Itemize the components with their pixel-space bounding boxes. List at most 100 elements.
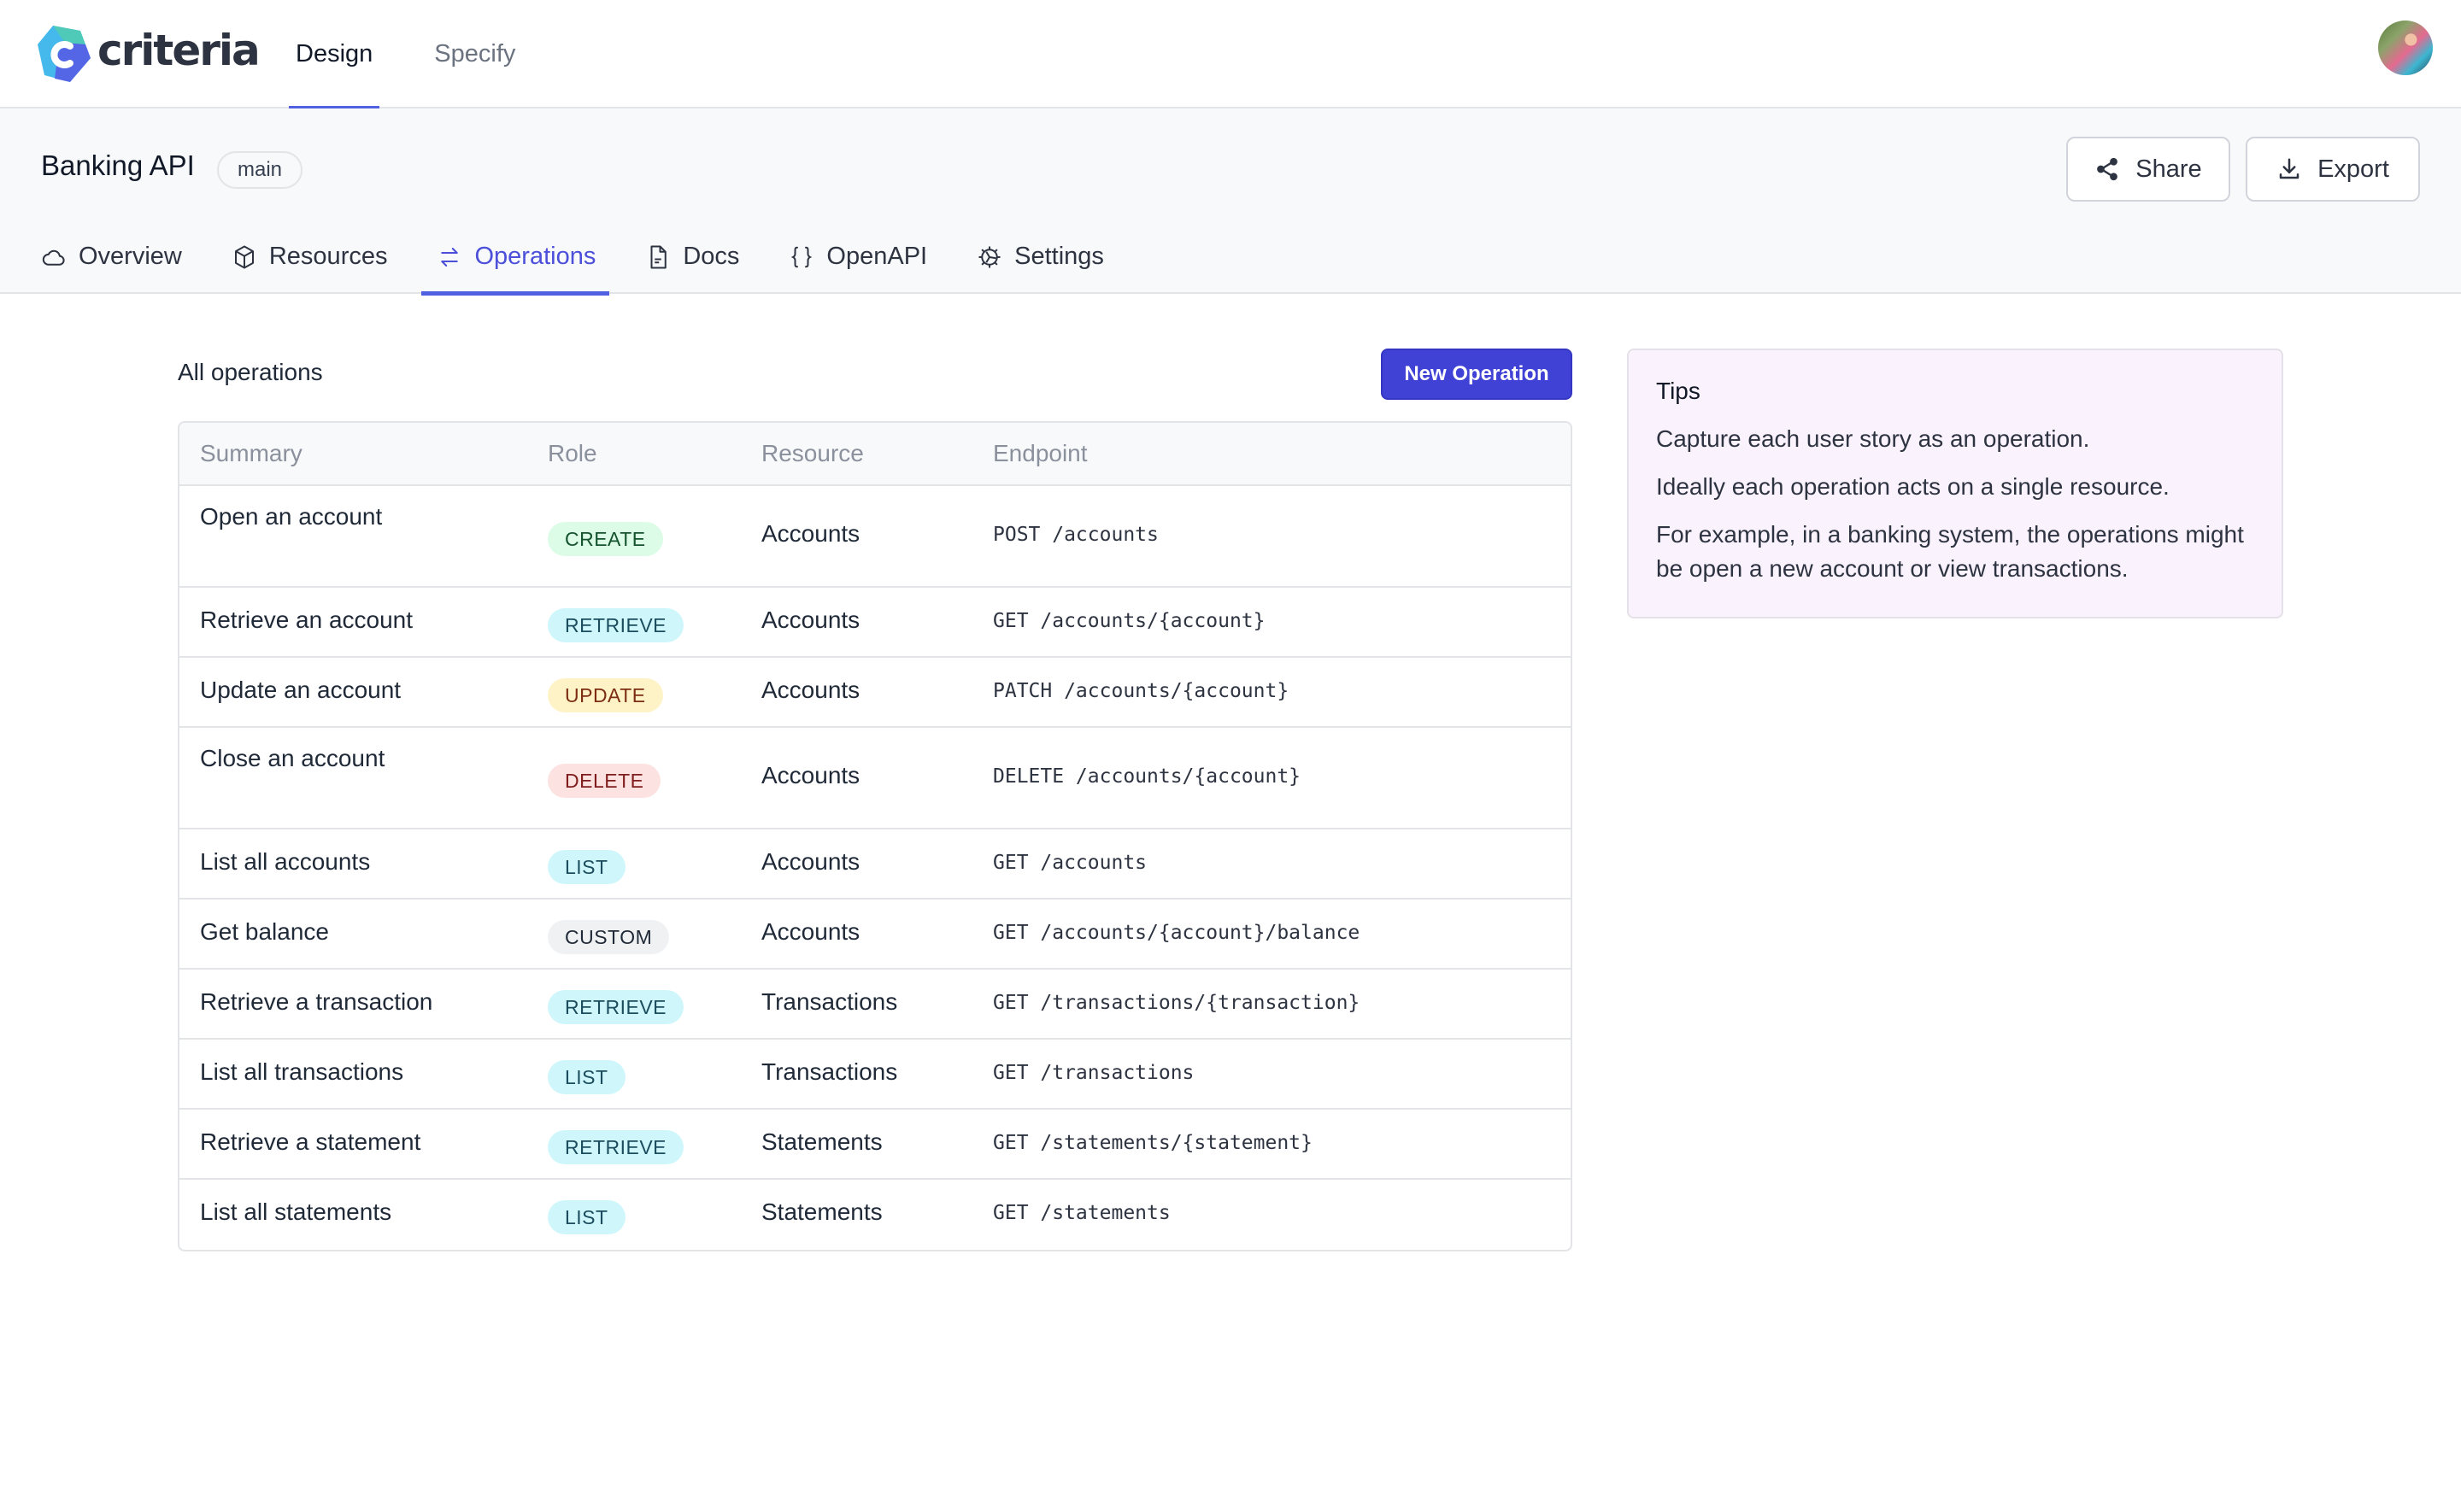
tab-label: Settings — [1014, 243, 1104, 270]
branch-badge[interactable]: main — [217, 151, 303, 189]
top-nav-specify[interactable]: Specify — [427, 0, 522, 108]
endpoint: GET /transactions — [993, 1062, 1195, 1084]
tip-text: For example, in a banking system, the op… — [1656, 521, 2244, 582]
table-row[interactable]: Open an account CREATE Accounts POST /ac… — [179, 486, 1571, 588]
endpoint: PATCH /accounts/{account} — [993, 680, 1289, 702]
endpoint: DELETE /accounts/{account} — [993, 765, 1301, 788]
role-badge: UPDATE — [548, 678, 663, 712]
top-nav-design[interactable]: Design — [289, 0, 380, 110]
endpoint: GET /accounts/{account} — [993, 610, 1266, 632]
project-header: Banking API main Share Export Overview R… — [0, 108, 2461, 296]
endpoint: GET /accounts/{account}/balance — [993, 922, 1360, 944]
role-badge: RETRIEVE — [548, 990, 684, 1024]
tab-label: Resources — [268, 243, 388, 270]
table-row[interactable]: List all statements LIST Statements GET … — [179, 1180, 1571, 1250]
resource-name: Accounts — [761, 762, 860, 788]
role-cell: CREATE — [548, 522, 663, 556]
column-header-role[interactable]: Role — [548, 440, 597, 467]
role-cell: LIST — [548, 850, 626, 884]
export-button[interactable]: Export — [2246, 137, 2420, 202]
role-badge: LIST — [548, 1200, 626, 1234]
avatar[interactable] — [2378, 21, 2433, 75]
resource-name: Accounts — [761, 677, 860, 703]
tips-title: Tips — [1656, 378, 1700, 404]
share-icon — [2097, 157, 2118, 181]
top-header: criteria Design Specify — [0, 0, 2461, 110]
new-operation-button[interactable]: New Operation — [1381, 349, 1572, 400]
role-badge: CREATE — [548, 522, 663, 556]
tab-overview[interactable]: Overview — [41, 228, 182, 294]
table-row[interactable]: Update an account UPDATE Accounts PATCH … — [179, 658, 1571, 728]
cloud-icon — [42, 249, 65, 266]
operation-summary: List all accounts — [200, 848, 371, 875]
operation-summary: Close an account — [200, 745, 385, 771]
role-cell: RETRIEVE — [548, 990, 684, 1024]
role-cell: RETRIEVE — [548, 1130, 684, 1164]
tab-openapi[interactable]: OpenAPI — [789, 228, 927, 294]
role-badge: LIST — [548, 1060, 626, 1094]
document-icon — [650, 245, 667, 268]
resource-name: Statements — [761, 1128, 883, 1155]
resource-name: Transactions — [761, 1058, 898, 1085]
operations-table: Summary Role Resource Endpoint Open an a… — [178, 421, 1572, 1251]
column-header-resource[interactable]: Resource — [761, 440, 864, 467]
endpoint: GET /statements — [993, 1202, 1171, 1224]
criteria-logo-icon — [38, 26, 91, 82]
tab-settings[interactable]: Settings — [977, 228, 1104, 294]
column-header-endpoint[interactable]: Endpoint — [993, 440, 1088, 467]
table-row[interactable]: List all transactions LIST Transactions … — [179, 1040, 1571, 1110]
resource-name: Transactions — [761, 988, 898, 1015]
column-header-summary[interactable]: Summary — [200, 440, 302, 467]
share-label: Share — [2135, 155, 2202, 183]
role-badge: RETRIEVE — [548, 1130, 684, 1164]
table-row[interactable]: Retrieve a statement RETRIEVE Statements… — [179, 1110, 1571, 1180]
share-button[interactable]: Share — [2066, 137, 2230, 202]
tab-docs[interactable]: Docs — [645, 228, 739, 294]
braces-icon — [791, 246, 813, 267]
table-row[interactable]: Retrieve a transaction RETRIEVE Transact… — [179, 970, 1571, 1040]
operation-summary: Update an account — [200, 677, 402, 703]
tab-resources[interactable]: Resources — [232, 228, 388, 294]
table-row[interactable]: Get balance CUSTOM Accounts GET /account… — [179, 900, 1571, 970]
role-badge: DELETE — [548, 764, 661, 798]
role-badge: CUSTOM — [548, 920, 670, 954]
tab-label: OpenAPI — [826, 243, 928, 270]
arrows-exchange-icon — [441, 247, 459, 267]
role-cell: LIST — [548, 1200, 626, 1234]
tab-label: Operations — [474, 243, 596, 270]
operation-summary: Retrieve a transaction — [200, 988, 433, 1015]
resource-name: Accounts — [761, 607, 860, 633]
tab-label: Docs — [683, 243, 740, 270]
table-row[interactable]: List all accounts LIST Accounts GET /acc… — [179, 829, 1571, 900]
operation-summary: Retrieve an account — [200, 607, 414, 633]
section-title: All operations — [178, 359, 323, 385]
role-badge: LIST — [548, 850, 626, 884]
operation-summary: Open an account — [200, 503, 383, 530]
resource-name: Accounts — [761, 520, 860, 547]
table-header: Summary Role Resource Endpoint — [179, 423, 1571, 486]
logo[interactable]: criteria — [36, 24, 261, 84]
tips-panel: Tips Capture each user story as an opera… — [1627, 349, 2283, 618]
project-tabs: Overview Resources Operations Docs OpenA… — [41, 228, 1154, 296]
operation-summary: Retrieve a statement — [200, 1128, 421, 1155]
role-cell: DELETE — [548, 764, 661, 798]
tab-operations[interactable]: Operations — [421, 228, 610, 296]
endpoint: GET /statements/{statement} — [993, 1132, 1313, 1154]
table-row[interactable]: Close an account DELETE Accounts DELETE … — [179, 728, 1571, 829]
resource-name: Accounts — [761, 918, 860, 945]
operation-summary: Get balance — [200, 918, 329, 945]
table-row[interactable]: Retrieve an account RETRIEVE Accounts GE… — [179, 588, 1571, 658]
endpoint: GET /accounts — [993, 852, 1148, 874]
tip-text: Ideally each operation acts on a single … — [1656, 473, 2170, 500]
operation-summary: List all statements — [200, 1198, 392, 1225]
role-cell: UPDATE — [548, 678, 663, 712]
resource-name: Statements — [761, 1198, 883, 1225]
role-cell: CUSTOM — [548, 920, 670, 954]
project-title: Banking API — [41, 149, 195, 181]
export-label: Export — [2317, 155, 2389, 183]
role-cell: LIST — [548, 1060, 626, 1094]
gear-icon — [978, 246, 1001, 267]
top-nav: Design Specify — [289, 0, 570, 110]
role-cell: RETRIEVE — [548, 608, 684, 642]
role-badge: RETRIEVE — [548, 608, 684, 642]
